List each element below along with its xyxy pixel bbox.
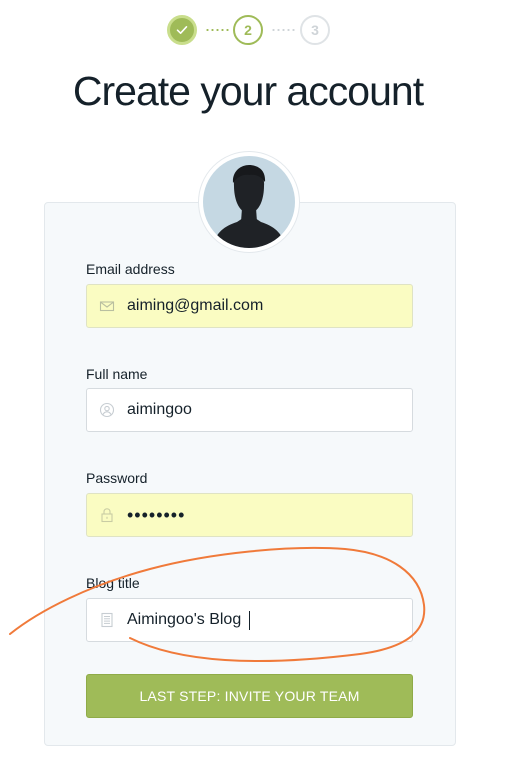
full-name-label: Full name (86, 366, 148, 382)
blog-title-field[interactable] (86, 598, 413, 642)
email-field[interactable] (86, 284, 413, 328)
step-2-current: 2 (233, 15, 263, 45)
lock-icon (99, 507, 115, 523)
step-3-upcoming: 3 (300, 15, 330, 45)
blog-title-label: Blog title (86, 575, 140, 591)
user-silhouette-icon (203, 156, 295, 248)
full-name-input[interactable] (127, 389, 402, 431)
avatar[interactable] (198, 151, 300, 253)
progress-stepper: 2 3 (0, 15, 506, 49)
password-input[interactable] (127, 494, 402, 536)
blog-title-input[interactable] (127, 599, 402, 641)
text-cursor (249, 611, 250, 630)
email-input[interactable] (127, 285, 402, 327)
step-connector (205, 29, 229, 31)
invite-team-button[interactable]: LAST STEP: INVITE YOUR TEAM (86, 674, 413, 718)
mail-icon (99, 298, 115, 314)
password-field[interactable] (86, 493, 413, 537)
document-icon (99, 612, 115, 628)
password-label: Password (86, 470, 148, 486)
checkmark-icon (172, 20, 192, 40)
full-name-field[interactable] (86, 388, 413, 432)
step-1-complete (167, 15, 197, 45)
user-icon (99, 402, 115, 418)
step-connector (271, 29, 295, 31)
email-label: Email address (86, 261, 175, 277)
page-title: Create your account (72, 68, 424, 114)
